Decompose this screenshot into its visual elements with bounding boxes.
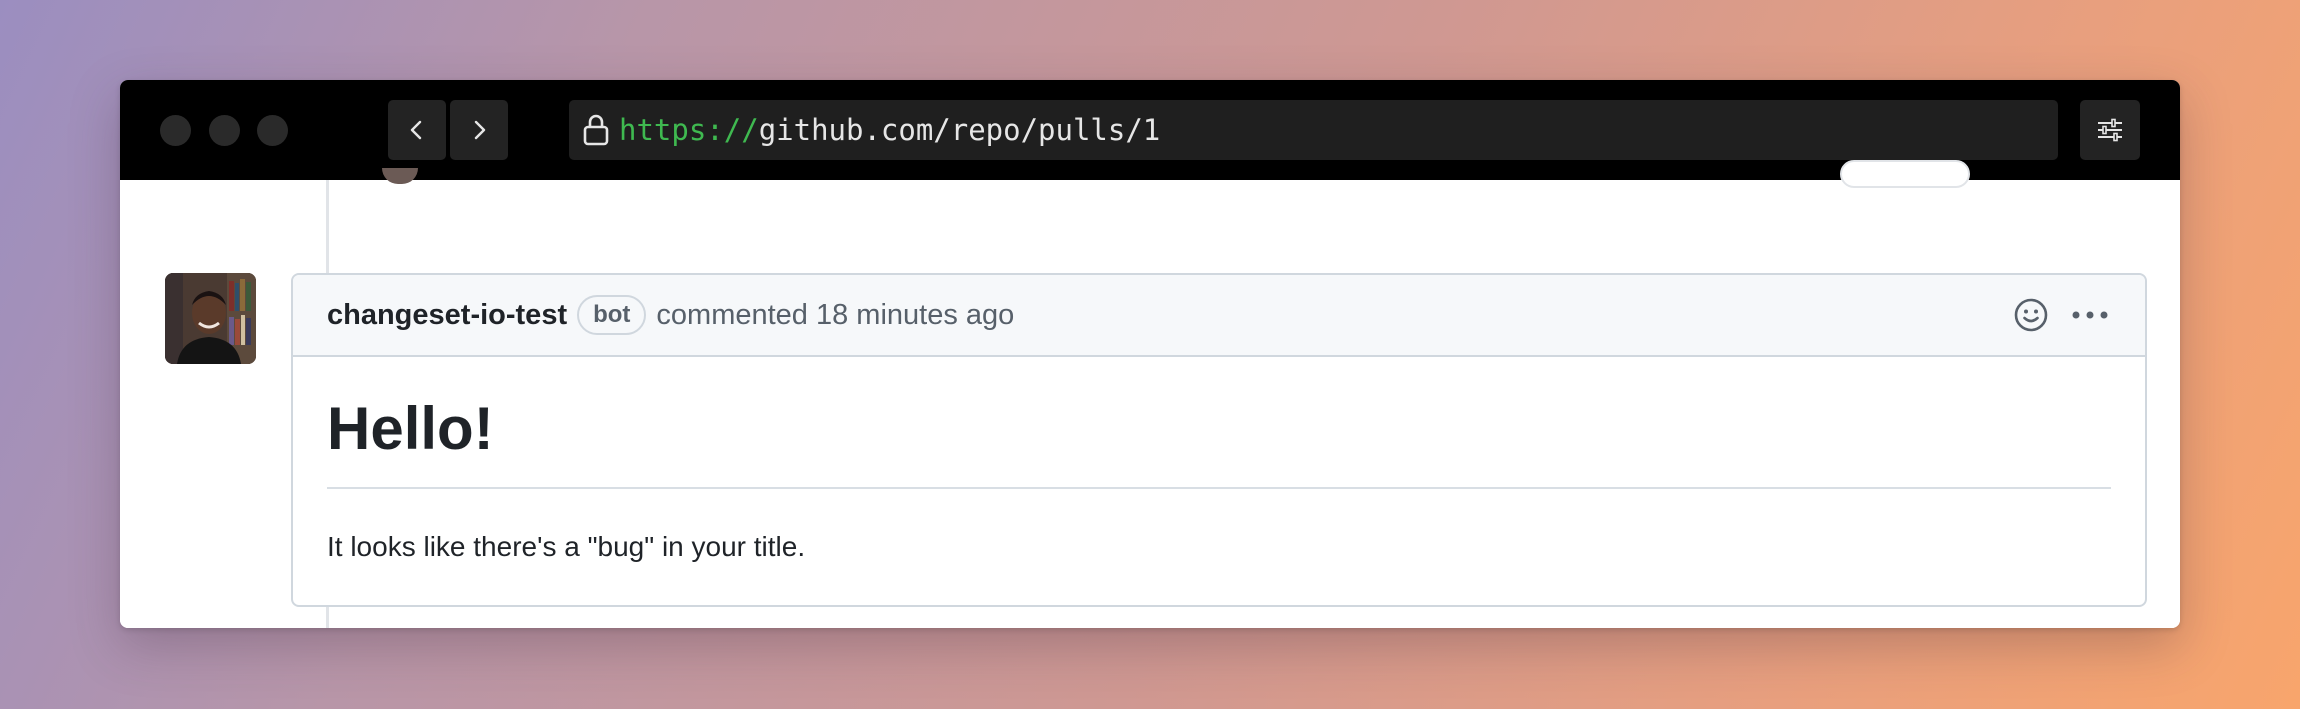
minimize-window-button[interactable] [209,115,240,146]
comment-header: changeset-io-test bot commented 18 minut… [293,275,2145,357]
forward-button[interactable] [450,100,508,160]
back-button[interactable] [388,100,446,160]
comment-author-link[interactable]: changeset-io-test [327,299,567,332]
avatar[interactable] [165,273,256,364]
smiley-icon[interactable] [2013,297,2049,333]
previous-avatar [382,168,418,184]
comment-card: changeset-io-test bot commented 18 minut… [291,273,2147,607]
previous-button[interactable] [1840,160,1970,188]
chevron-left-icon [410,120,422,140]
browser-window: https://github.com/repo/pulls/1 changese… [120,80,2180,628]
chevron-right-icon [474,120,486,140]
zoom-window-button[interactable] [257,115,288,146]
lock-icon [583,114,609,146]
kebab-horizontal-icon[interactable] [2071,309,2109,321]
comment-heading: Hello! [327,393,2111,489]
sliders-icon [2098,118,2122,142]
page-content: changeset-io-test bot commented 18 minut… [120,160,2180,628]
browser-menu-button[interactable] [2080,100,2140,160]
bot-badge: bot [577,295,647,335]
comment-timestamp[interactable]: commented 18 minutes ago [656,299,1014,332]
url-path: github.com/repo/pulls/1 [758,113,1161,147]
comment-paragraph: It looks like there's a "bug" in your ti… [327,531,806,562]
comment-body: Hello! It looks like there's a "bug" in … [293,357,2145,563]
url-scheme: https:// [619,113,759,147]
avatar-photo [165,273,256,364]
close-window-button[interactable] [160,115,191,146]
comment-actions [2013,297,2109,333]
address-bar[interactable]: https://github.com/repo/pulls/1 [569,100,2058,160]
